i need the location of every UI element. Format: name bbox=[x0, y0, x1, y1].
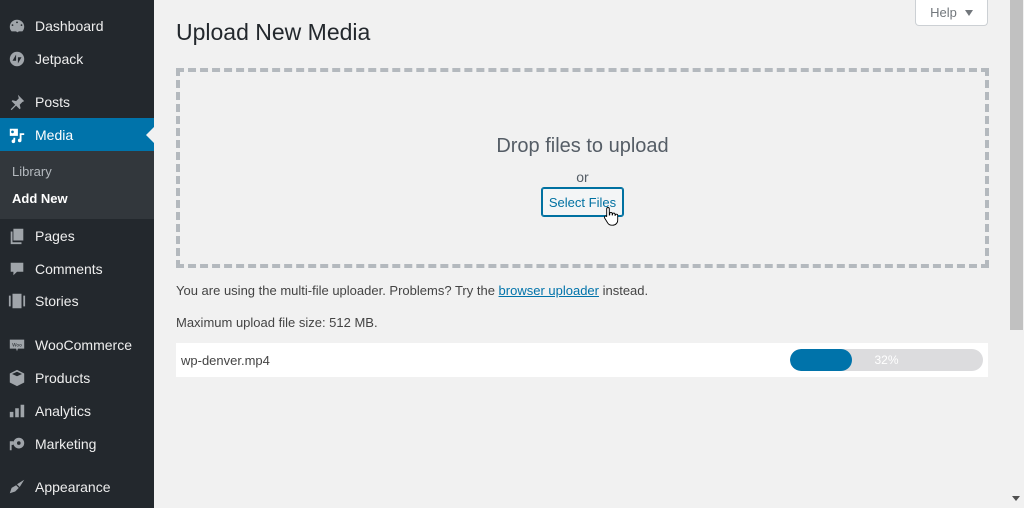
dashboard-icon bbox=[7, 16, 27, 36]
sidebar-item-label: Appearance bbox=[35, 479, 111, 495]
sidebar-item-label: Analytics bbox=[35, 403, 92, 419]
upload-file-row: wp-denver.mp4 32% bbox=[176, 343, 988, 377]
svg-text:Woo: Woo bbox=[12, 342, 22, 348]
browser-uploader-link[interactable]: browser uploader bbox=[499, 283, 599, 298]
sidebar-item-label: WooCommerce bbox=[35, 337, 132, 353]
submenu-item-library[interactable]: Library bbox=[12, 164, 52, 179]
progress-percent: 32% bbox=[874, 353, 899, 367]
drop-title: Drop files to upload bbox=[496, 135, 669, 157]
max-upload-size: Maximum upload file size: 512 MB. bbox=[176, 315, 378, 330]
sidebar-item-woocommerce[interactable]: Woo WooCommerce bbox=[0, 328, 154, 362]
sidebar-item-jetpack[interactable]: Jetpack bbox=[0, 42, 154, 76]
page-title: Upload New Media bbox=[176, 19, 371, 45]
sidebar-item-pages[interactable]: Pages bbox=[0, 219, 154, 253]
hand-cursor-icon bbox=[603, 207, 619, 226]
help-label: Help bbox=[930, 5, 957, 20]
woo-icon: Woo bbox=[7, 335, 27, 355]
sidebar-item-media[interactable]: Media bbox=[0, 118, 154, 152]
pages-icon bbox=[7, 226, 27, 246]
box-icon bbox=[7, 368, 27, 388]
scroll-down-arrow-icon[interactable] bbox=[1012, 496, 1020, 501]
comment-icon bbox=[7, 259, 27, 279]
sidebar-item-label: Jetpack bbox=[35, 51, 84, 67]
sidebar-item-label: Media bbox=[35, 127, 74, 143]
sidebar-item-dashboard[interactable]: Dashboard bbox=[0, 9, 154, 43]
scrollbar-thumb[interactable] bbox=[1010, 0, 1023, 330]
sidebar-item-label: Dashboard bbox=[35, 18, 104, 34]
paintbrush-icon bbox=[7, 477, 27, 497]
sidebar-item-products[interactable]: Products bbox=[0, 361, 154, 395]
bar-chart-icon bbox=[7, 401, 27, 421]
help-button[interactable]: Help bbox=[915, 0, 988, 26]
sidebar-item-posts[interactable]: Posts bbox=[0, 85, 154, 119]
jetpack-icon bbox=[7, 49, 27, 69]
sidebar-item-appearance[interactable]: Appearance bbox=[0, 470, 154, 504]
file-name: wp-denver.mp4 bbox=[181, 353, 270, 368]
submenu-item-add-new[interactable]: Add New bbox=[12, 191, 68, 206]
admin-sidebar: Dashboard Jetpack Posts Media Library Ad… bbox=[0, 0, 154, 508]
media-icon bbox=[7, 125, 27, 145]
sidebar-item-label: Posts bbox=[35, 94, 71, 110]
upload-progress-bar: 32% bbox=[790, 349, 983, 371]
drop-zone[interactable]: Drop files to upload or Select Files bbox=[176, 68, 989, 268]
stories-icon bbox=[7, 291, 27, 311]
vertical-scrollbar[interactable] bbox=[1009, 0, 1024, 508]
sidebar-item-label: Products bbox=[35, 370, 91, 386]
sidebar-item-label: Comments bbox=[35, 261, 103, 277]
megaphone-icon bbox=[7, 434, 27, 454]
sidebar-item-stories[interactable]: Stories bbox=[0, 284, 154, 318]
sidebar-item-label: Marketing bbox=[35, 436, 97, 452]
sidebar-item-analytics[interactable]: Analytics bbox=[0, 394, 154, 428]
pin-icon bbox=[7, 92, 27, 112]
drop-or-text: or bbox=[576, 169, 589, 185]
media-submenu: Library Add New bbox=[0, 151, 154, 219]
sidebar-item-label: Stories bbox=[35, 293, 79, 309]
triangle-down-icon bbox=[964, 9, 973, 16]
sidebar-item-label: Pages bbox=[35, 228, 75, 244]
sidebar-item-marketing[interactable]: Marketing bbox=[0, 427, 154, 461]
current-menu-arrow bbox=[146, 127, 154, 143]
uploader-info: You are using the multi-file uploader. P… bbox=[176, 283, 649, 298]
sidebar-item-comments[interactable]: Comments bbox=[0, 252, 154, 286]
